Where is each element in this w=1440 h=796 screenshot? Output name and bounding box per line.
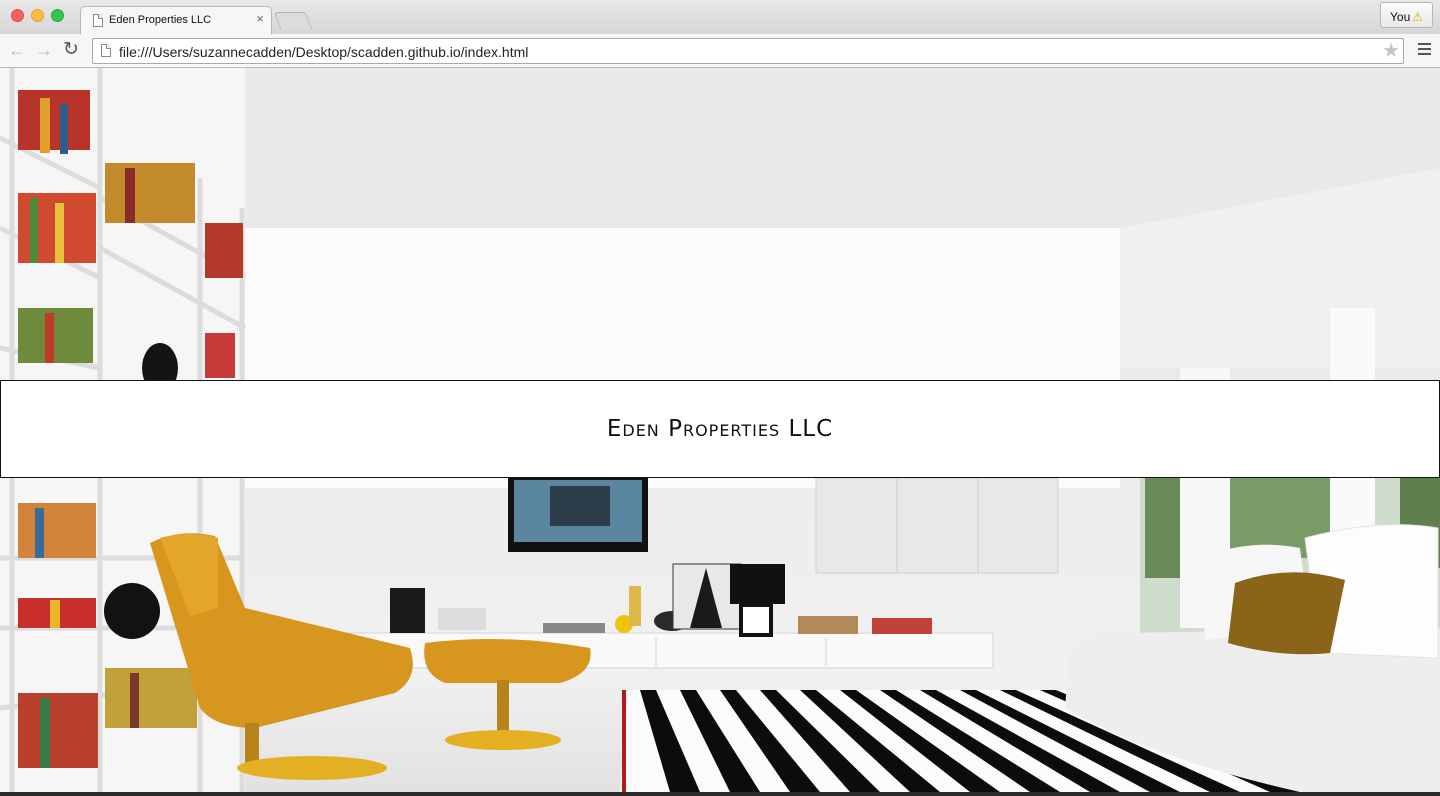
profile-label: You (1390, 10, 1411, 24)
new-tab-button[interactable] (273, 12, 313, 29)
reload-icon[interactable]: ↻ (63, 40, 79, 60)
star-icon[interactable]: ★ (1382, 40, 1400, 62)
site-banner: Eden Properties LLC (0, 380, 1440, 478)
document-icon (93, 14, 103, 27)
tab-close-icon[interactable]: × (256, 11, 264, 26)
hamburger-menu-icon[interactable] (1418, 43, 1431, 55)
close-window-button[interactable] (11, 9, 24, 22)
browser-toolbar: ← → ↻ file:///Users/suzannecadden/Deskto… (0, 34, 1440, 68)
profile-button[interactable]: You ⚠ (1380, 2, 1433, 28)
address-bar[interactable]: file:///Users/suzannecadden/Desktop/scad… (92, 38, 1404, 64)
url-text[interactable]: file:///Users/suzannecadden/Desktop/scad… (119, 44, 528, 60)
arrow-right-icon[interactable]: → (35, 40, 53, 60)
document-icon (101, 44, 111, 57)
page-viewport: Eden Properties LLC (0, 68, 1440, 792)
tab-title: Eden Properties LLC (109, 14, 212, 26)
browser-titlebar: Eden Properties LLC × You ⚠ (0, 0, 1440, 34)
window-bottom-edge (0, 792, 1440, 796)
arrow-left-icon[interactable]: ← (8, 40, 26, 60)
browser-tab[interactable]: Eden Properties LLC × (80, 6, 272, 34)
minimize-window-button[interactable] (31, 9, 44, 22)
zoom-window-button[interactable] (51, 9, 64, 22)
page-title: Eden Properties LLC (606, 416, 834, 442)
warning-icon: ⚠ (1412, 10, 1424, 24)
